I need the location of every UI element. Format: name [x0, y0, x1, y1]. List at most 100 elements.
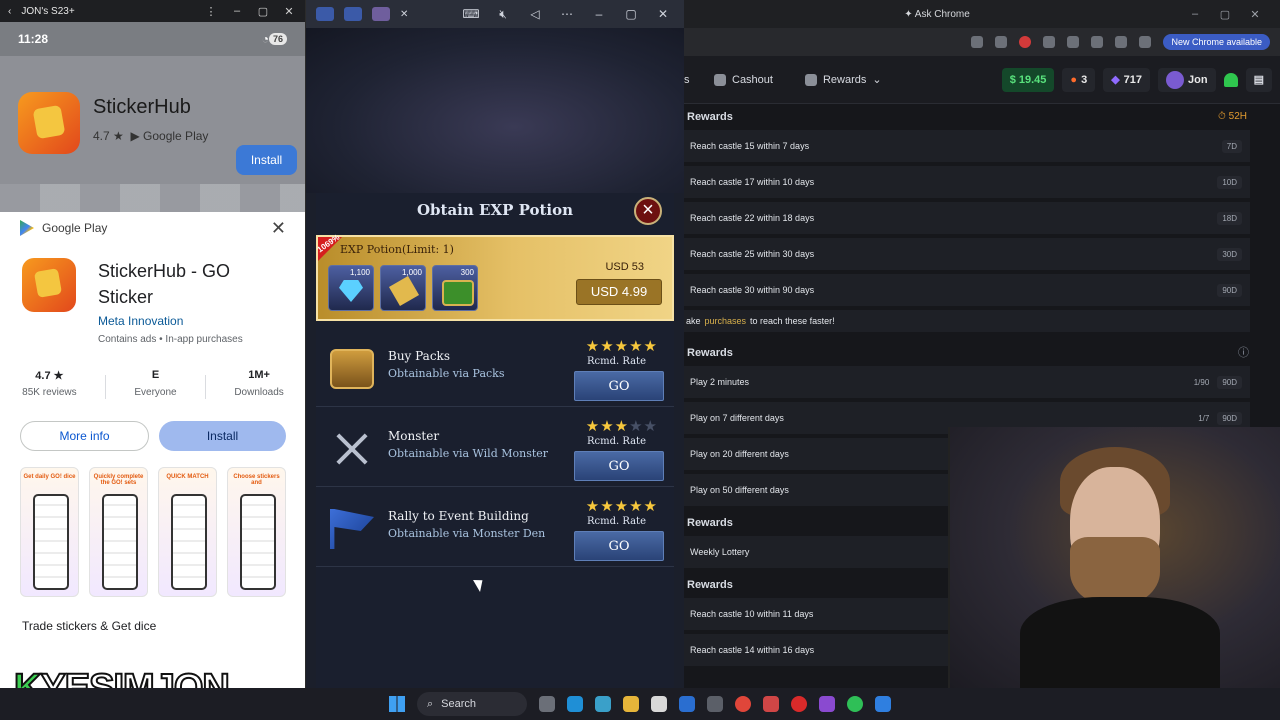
minimize-button[interactable]: – — [588, 7, 610, 21]
store-icon[interactable] — [651, 696, 667, 712]
windows-start-icon[interactable] — [389, 696, 405, 712]
opera-icon[interactable] — [791, 696, 807, 712]
bookmark-star-icon[interactable] — [995, 36, 1008, 48]
minimize-button[interactable]: – — [1180, 8, 1210, 20]
info-icon[interactable]: ⓘ — [1238, 340, 1277, 366]
obtain-exp-potion-dialog: Obtain EXP Potion × 1069% EXP Potion(Lim… — [316, 193, 674, 688]
discord-icon[interactable] — [819, 696, 835, 712]
install-button[interactable]: Install — [159, 421, 286, 451]
go-button[interactable]: GO — [574, 531, 664, 561]
edge-icon[interactable] — [567, 696, 583, 712]
nav-rewards[interactable]: Rewards ⌄ — [793, 73, 894, 86]
banner-store-name: Google Play — [143, 129, 209, 143]
banner-install-button[interactable]: Install — [236, 145, 297, 175]
tab-close-icon[interactable]: ✕ — [400, 9, 408, 20]
browser-tab[interactable] — [316, 7, 334, 21]
mute-icon[interactable]: 🔇︎ — [492, 7, 514, 22]
app-tagline: Trade stickers & Get dice — [22, 619, 157, 633]
task-row[interactable]: Reach castle 30 within 90 days 90D — [684, 274, 1250, 306]
browser-tab-active[interactable] — [372, 7, 390, 21]
extension-icon[interactable] — [1043, 36, 1056, 48]
go-button[interactable]: GO — [574, 451, 664, 481]
install-icon[interactable] — [971, 36, 984, 48]
maximize-button[interactable]: ▢ — [1210, 8, 1240, 21]
screenshot-caption: Choose stickers and — [233, 474, 280, 486]
task-duration-badge: 90D — [1217, 411, 1242, 425]
menu-icon[interactable]: ⋮ — [203, 5, 219, 18]
app-icon[interactable] — [875, 696, 891, 712]
maximize-button[interactable]: ▢ — [255, 5, 271, 18]
app-screenshot[interactable]: Quickly complete the GO! sets — [89, 467, 148, 597]
banner-rating: 4.7 ★ ▶ Google Play — [93, 129, 208, 143]
screenshot-carousel[interactable]: Get daily GO! dice Quickly complete the … — [0, 451, 305, 597]
taskbar-search[interactable]: ⌕ Search — [417, 692, 527, 716]
close-button[interactable]: ✕ — [281, 5, 297, 18]
chrome-icon[interactable] — [735, 696, 751, 712]
back-icon[interactable]: ◁ — [524, 7, 546, 21]
ask-chrome-button[interactable]: ✦ Ask Chrome — [904, 9, 970, 20]
star-icon: ★ — [600, 338, 615, 355]
task-row[interactable]: Reach castle 25 within 30 days 30D — [684, 238, 1250, 270]
extension-icon[interactable] — [1067, 36, 1080, 48]
chat-icon[interactable]: ▤ — [1245, 67, 1272, 92]
gem-pill[interactable]: ◆ 717 — [1103, 67, 1151, 92]
minimize-button[interactable]: – — [229, 5, 245, 17]
buy-price-button[interactable]: USD 4.99 — [576, 279, 662, 305]
balance-pill[interactable]: $ 19.45 — [1001, 67, 1055, 92]
more-icon[interactable]: ⋯ — [556, 7, 578, 21]
stickerhub-app-icon — [18, 92, 80, 154]
purchases-link[interactable]: purchases — [705, 316, 747, 326]
recommend-rate-label: Rcmd. Rate — [586, 356, 646, 367]
developer-link[interactable]: Meta Innovation — [98, 314, 284, 328]
nav-cashout[interactable]: Cashout — [702, 73, 785, 86]
close-button[interactable]: ✕ — [1240, 8, 1270, 21]
maps-icon[interactable] — [763, 696, 779, 712]
close-icon[interactable]: ✕ — [271, 218, 286, 239]
app-banner: StickerHub 4.7 ★ ▶ Google Play Install — [0, 56, 305, 212]
star-empty-icon: ★ — [643, 418, 658, 435]
exp-potion-offer[interactable]: 1069% EXP Potion(Limit: 1) 1,100 1,000 3… — [316, 233, 674, 321]
puzzle-icon[interactable] — [1091, 36, 1104, 48]
extension-icon[interactable] — [1019, 36, 1032, 48]
browser-tab[interactable] — [344, 7, 362, 21]
task-row[interactable]: Play 2 minutes 1/90 90D — [684, 366, 1250, 398]
task-row[interactable]: Reach castle 17 within 10 days 10D — [684, 166, 1250, 198]
task-view-icon[interactable] — [539, 696, 555, 712]
dialog-title: Obtain EXP Potion — [416, 201, 574, 219]
star-icon: ★ — [585, 338, 601, 355]
app-icon[interactable] — [707, 696, 723, 712]
stat-label: Downloads — [234, 387, 284, 398]
phone-window-titlebar: ‹ JON's S23+ ⋮ – ▢ ✕ — [0, 0, 305, 22]
file-explorer-icon[interactable] — [623, 696, 639, 712]
back-icon[interactable]: ‹ — [8, 6, 11, 17]
spotify-icon[interactable] — [847, 696, 863, 712]
chevron-down-icon: ⌄ — [872, 74, 882, 86]
maximize-button[interactable]: ▢ — [620, 7, 642, 21]
task-duration-badge: 18D — [1217, 211, 1242, 225]
dialog-close-button[interactable]: × — [634, 197, 662, 225]
sidepanel-icon[interactable] — [1115, 36, 1128, 48]
streak-pill[interactable]: ● 3 — [1062, 67, 1096, 92]
user-menu[interactable]: Jon — [1158, 67, 1216, 92]
notification-bell-icon[interactable] — [1223, 72, 1238, 87]
stat-value: 1M+ — [248, 369, 270, 381]
pack-chest-icon — [330, 349, 374, 389]
banner-rating-value: 4.7 ★ — [93, 129, 124, 143]
more-info-button[interactable]: More info — [20, 421, 149, 451]
source-description: Obtainable via Monster Den — [388, 527, 546, 540]
task-row[interactable]: Reach castle 22 within 18 days 18D — [684, 202, 1250, 234]
nav-truncated-item[interactable]: s — [684, 74, 694, 86]
copilot-icon[interactable] — [595, 696, 611, 712]
new-chrome-available-button[interactable]: New Chrome available — [1163, 34, 1270, 50]
profile-icon[interactable] — [1139, 36, 1152, 48]
fire-icon: ● — [1070, 73, 1078, 86]
app-screenshot[interactable]: QUICK MATCH — [158, 467, 217, 597]
app-screenshot[interactable]: Choose stickers and — [227, 467, 286, 597]
task-row[interactable]: Reach castle 15 within 7 days 7D — [684, 130, 1250, 162]
keyboard-icon[interactable]: ⌨ — [460, 7, 482, 21]
source-row-monster: Monster Obtainable via Wild Monster ★★★★… — [316, 417, 674, 487]
go-button[interactable]: GO — [574, 371, 664, 401]
close-button[interactable]: ✕ — [652, 7, 674, 21]
app-screenshot[interactable]: Get daily GO! dice — [20, 467, 79, 597]
mail-icon[interactable] — [679, 696, 695, 712]
